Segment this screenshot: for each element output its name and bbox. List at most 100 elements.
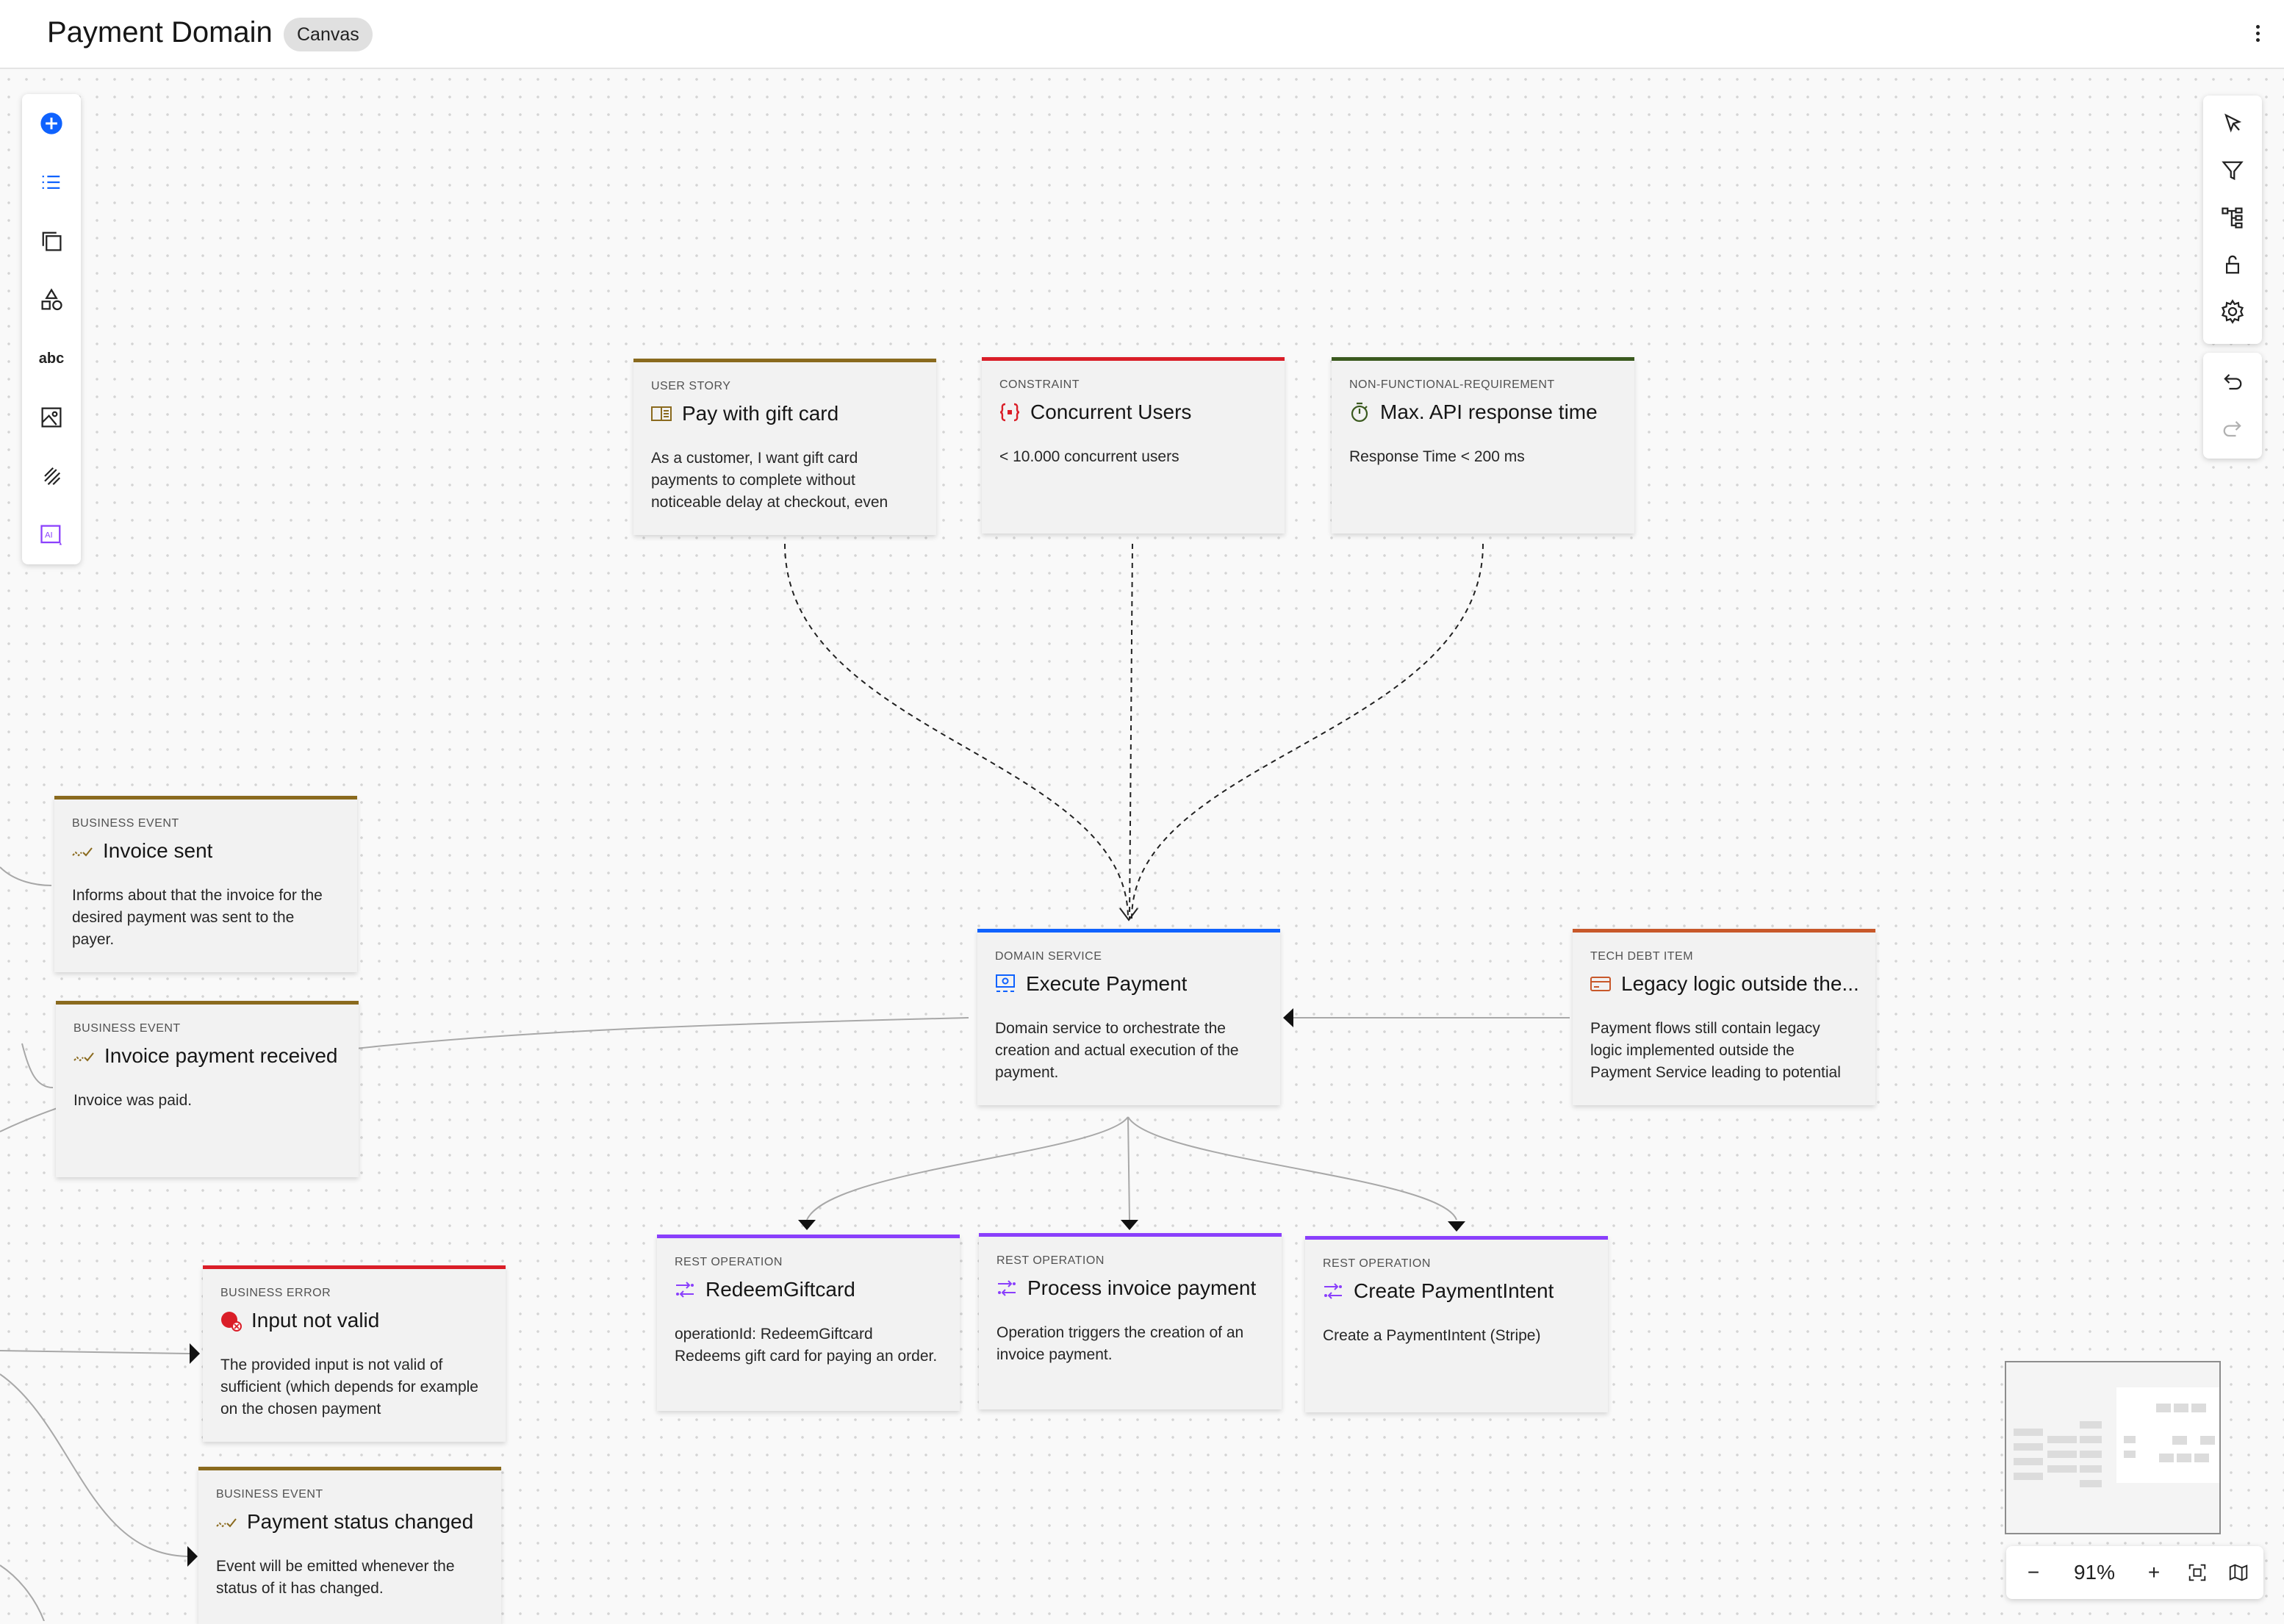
cursor-icon [2224, 113, 2242, 133]
text-icon: abc [38, 350, 65, 367]
edge-nfr-to-service [1131, 543, 1484, 919]
list-view-button[interactable] [28, 159, 75, 206]
card-invoice-received[interactable]: BUSINESS EVENT Invoice payment received … [56, 1001, 359, 1177]
card-title: Input not valid [251, 1309, 380, 1332]
card-description: Operation triggers the creation of an in… [996, 1324, 1244, 1363]
card-create-payment-intent[interactable]: REST OPERATION Create PaymentIntent Crea… [1305, 1236, 1608, 1412]
arrowhead [190, 1343, 200, 1364]
card-type: BUSINESS ERROR [220, 1287, 331, 1299]
unlock-icon [2226, 255, 2239, 274]
event-icon [73, 1052, 94, 1062]
card-type: REST OPERATION [675, 1256, 783, 1268]
card-type: NON-FUNCTIONAL-REQUIREMENT [1349, 378, 1555, 391]
zoom-in-button[interactable]: + [2136, 1546, 2172, 1599]
settings-button[interactable] [2209, 288, 2256, 335]
add-element-button[interactable] [28, 100, 75, 147]
card-title: Concurrent Users [1030, 400, 1192, 423]
shapes-button[interactable] [28, 276, 75, 323]
card-description: Event will be emitted whenever the statu… [216, 1558, 455, 1597]
arrowhead [187, 1546, 198, 1567]
card-nfr[interactable]: NON-FUNCTIONAL-REQUIREMENT Max. API resp… [1332, 357, 1634, 533]
card-title: Invoice sent [103, 839, 213, 862]
card-payment-status-changed[interactable]: BUSINESS EVENT Payment status changed Ev… [198, 1467, 501, 1624]
card-title: RedeemGiftcard [705, 1278, 855, 1301]
credit-card-icon [1590, 977, 1611, 991]
event-icon [72, 847, 93, 857]
book-icon [651, 406, 672, 421]
svg-text:AI: AI [45, 531, 53, 539]
edge-left-to-invoice-received [21, 1043, 54, 1088]
fit-screen-icon [2188, 1564, 2206, 1581]
card-constraint[interactable]: CONSTRAINT Concurrent Users < 10.000 con… [982, 357, 1285, 533]
card-type: DOMAIN SERVICE [995, 950, 1102, 963]
edge-left-bottom [0, 1564, 45, 1621]
ai-icon: AI [40, 525, 62, 545]
copy-button[interactable] [28, 218, 75, 265]
lock-button[interactable] [2209, 241, 2256, 288]
copy-icon [42, 231, 62, 251]
undo-button[interactable] [2209, 359, 2256, 406]
edge-left-to-status [0, 1373, 188, 1557]
card-description: Response Time < 200 ms [1349, 448, 1525, 465]
card-title: Create PaymentIntent [1354, 1279, 1554, 1302]
card-redeem-giftcard[interactable]: REST OPERATION RedeemGiftcard operationI… [657, 1235, 960, 1411]
card-description: < 10.000 concurrent users [999, 448, 1179, 465]
arrowhead [1121, 1220, 1138, 1230]
edge-left-to-invoice-sent [0, 866, 52, 886]
add-circle-icon [40, 112, 62, 134]
pen-icon [44, 467, 61, 486]
card-execute-payment[interactable]: DOMAIN SERVICE Execute Payment Domain se… [977, 929, 1280, 1105]
select-tool-button[interactable] [2209, 100, 2256, 147]
arrowhead [798, 1220, 816, 1230]
card-description: Invoice was paid. [73, 1092, 193, 1109]
card-description: Create a PaymentIntent (Stripe) [1323, 1327, 1541, 1344]
fit-to-screen-button[interactable] [2178, 1546, 2216, 1599]
card-tech-debt[interactable]: TECH DEBT ITEM Legacy logic outside the.… [1573, 929, 1875, 1105]
shapes-icon [41, 288, 62, 311]
zoom-out-button[interactable]: − [2015, 1546, 2052, 1599]
card-type: BUSINESS EVENT [72, 817, 179, 830]
undo-icon [2224, 374, 2242, 390]
card-process-invoice-payment[interactable]: REST OPERATION Process invoice payment O… [979, 1233, 1282, 1409]
rest-operation-icon [1324, 1283, 1342, 1299]
ai-button[interactable]: AI [28, 511, 75, 558]
card-user-story[interactable]: USER STORY Pay with gift card As a custo… [633, 359, 936, 535]
card-type: TECH DEBT ITEM [1590, 950, 1694, 963]
redo-button[interactable] [2209, 406, 2256, 453]
card-title: Process invoice payment [1027, 1276, 1257, 1299]
card-description: Domain service to orchestrate the creati… [995, 1020, 1239, 1081]
edge-service-to-intent [1127, 1116, 1457, 1221]
card-title: Payment status changed [247, 1510, 474, 1533]
minimap[interactable] [2005, 1361, 2221, 1534]
settings-icon [2221, 299, 2244, 324]
arrowhead [1283, 1008, 1293, 1027]
rest-operation-icon [998, 1280, 1016, 1296]
domain-service-icon [996, 974, 1015, 992]
text-tool-button[interactable]: abc [28, 335, 75, 382]
open-arrowhead [1119, 908, 1138, 921]
redo-icon [2223, 421, 2241, 437]
arrowhead [1448, 1221, 1465, 1232]
card-description: The provided input is not valid of suffi… [220, 1357, 478, 1418]
toggle-minimap-button[interactable] [2219, 1546, 2258, 1599]
pen-button[interactable] [28, 453, 75, 500]
card-invoice-sent[interactable]: BUSINESS EVENT Invoice sent Informs abou… [54, 796, 357, 972]
hierarchy-button[interactable] [2209, 194, 2256, 241]
card-title: Pay with gift card [682, 402, 839, 425]
map-icon [2229, 1564, 2248, 1581]
card-input-not-valid[interactable]: BUSINESS ERROR Input not valid The provi… [203, 1265, 506, 1442]
card-title: Legacy logic outside the... [1621, 972, 1859, 995]
event-icon [216, 1518, 237, 1528]
edge-userstory-to-service [784, 543, 1129, 919]
left-toolbar: abc AI [22, 94, 81, 564]
card-title: Execute Payment [1026, 972, 1188, 995]
image-button[interactable] [28, 394, 75, 441]
zoom-controls: − 91% + [2006, 1546, 2263, 1599]
constraint-icon [999, 403, 1020, 422]
card-description: operationId: RedeemGiftcard Redeems gift… [675, 1326, 938, 1365]
history-toolbar [2203, 353, 2262, 459]
card-type: REST OPERATION [1323, 1257, 1431, 1270]
card-type: BUSINESS EVENT [73, 1022, 181, 1035]
filter-button[interactable] [2209, 147, 2256, 194]
tree-icon [2222, 207, 2243, 229]
